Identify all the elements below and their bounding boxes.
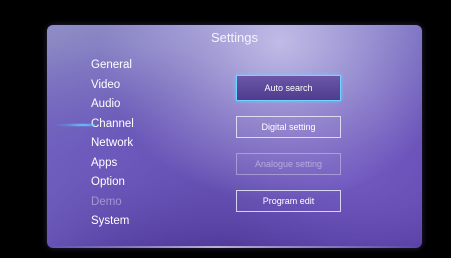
menu-item-audio[interactable]: Audio — [91, 95, 134, 115]
menu-item-channel[interactable]: Channel — [55, 115, 134, 135]
selection-glow — [55, 122, 95, 127]
menu-item-channel-label: Channel — [91, 117, 134, 130]
analogue-setting-button: Analogue setting — [236, 153, 341, 175]
menu-item-general[interactable]: General — [91, 56, 134, 76]
settings-menu: General Video Audio Channel Network Apps… — [55, 56, 134, 232]
menu-item-demo: Demo — [91, 195, 122, 208]
menu-item-system[interactable]: System — [91, 212, 134, 232]
settings-panel: Settings General Video Audio Channel Net… — [47, 25, 422, 248]
menu-item-apps[interactable]: Apps — [91, 154, 134, 174]
digital-setting-button[interactable]: Digital setting — [236, 116, 341, 138]
tv-screen: Settings General Video Audio Channel Net… — [0, 0, 451, 258]
menu-item-option[interactable]: Option — [91, 173, 134, 193]
program-edit-button[interactable]: Program edit — [236, 190, 341, 212]
menu-item-video[interactable]: Video — [91, 76, 134, 96]
menu-item-network[interactable]: Network — [91, 134, 134, 154]
auto-search-button[interactable]: Auto search — [236, 75, 341, 101]
page-title: Settings — [211, 30, 258, 45]
